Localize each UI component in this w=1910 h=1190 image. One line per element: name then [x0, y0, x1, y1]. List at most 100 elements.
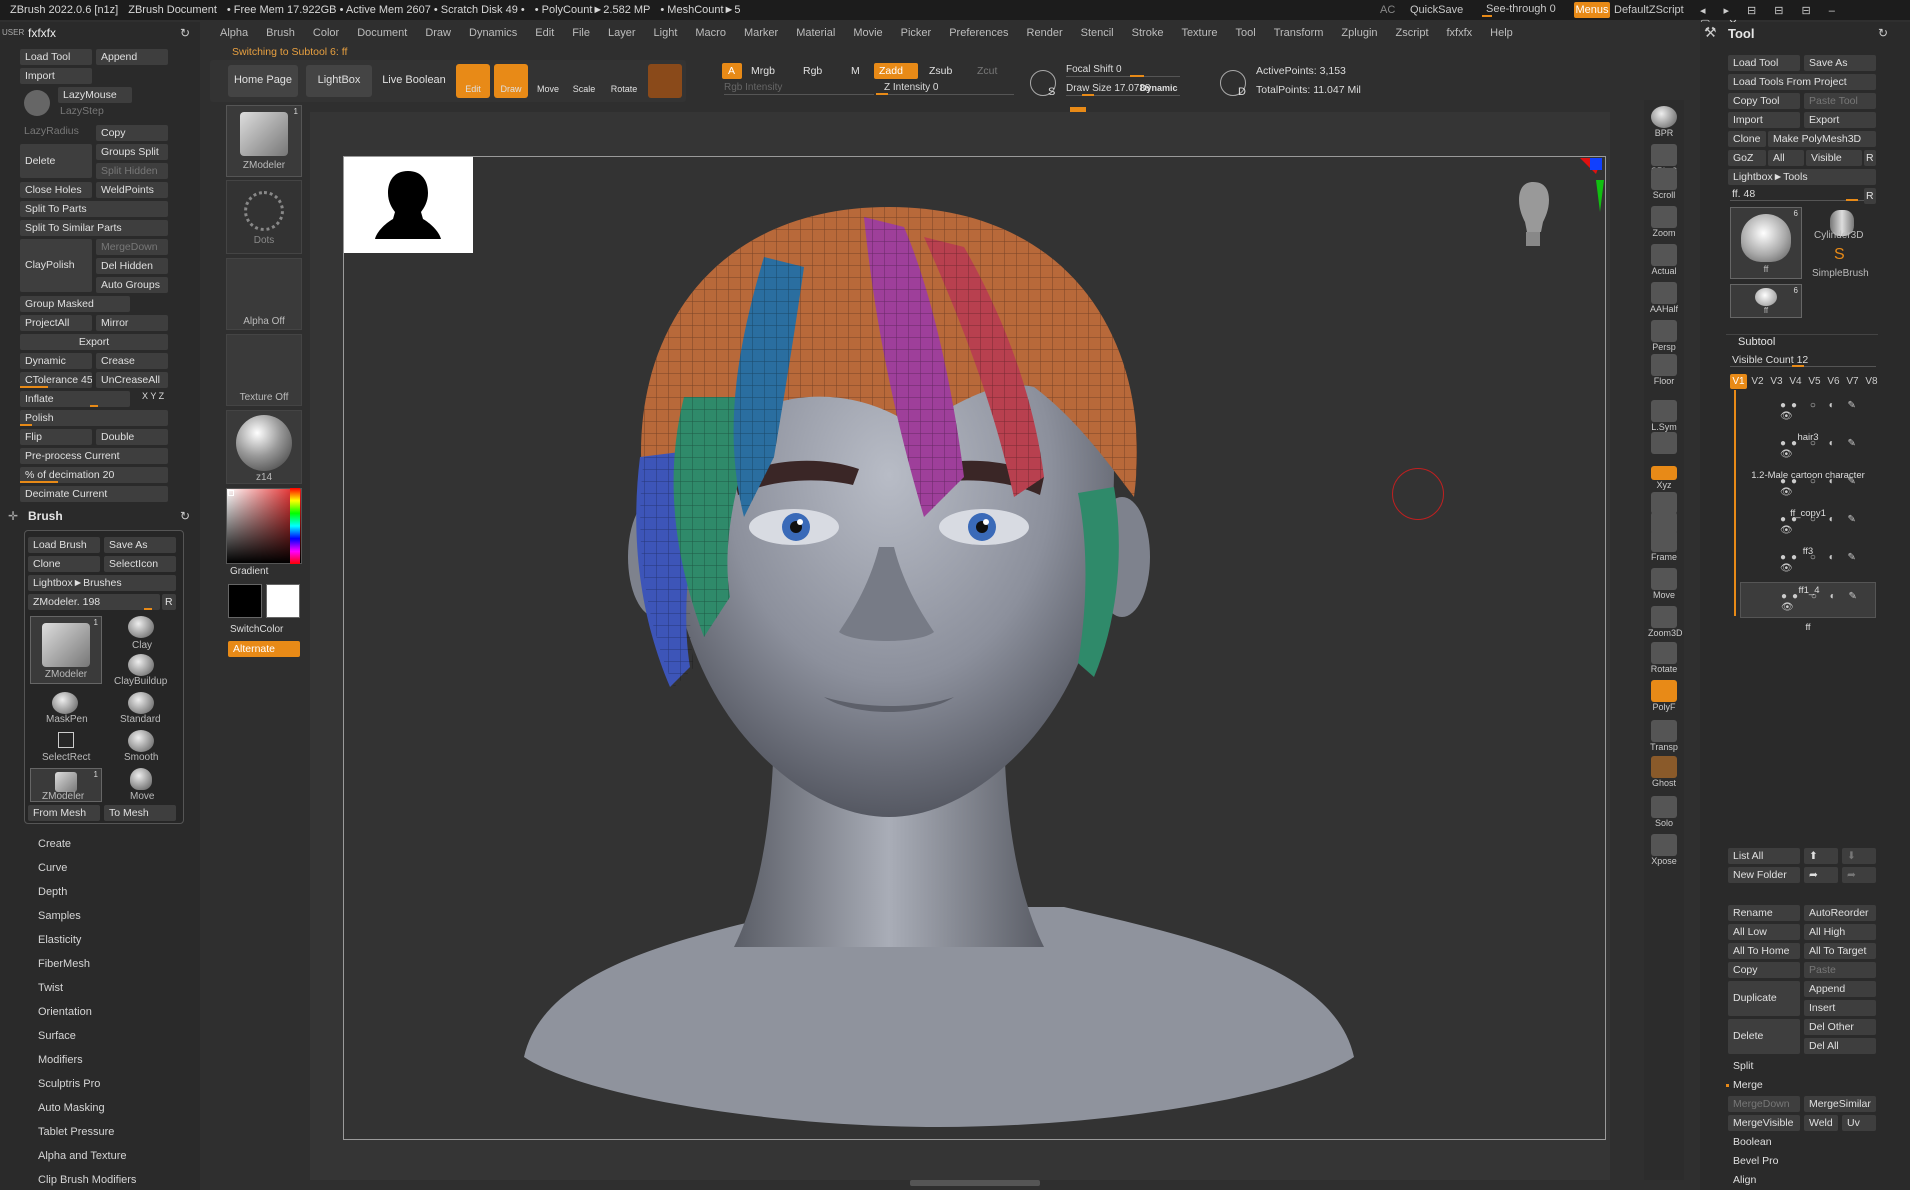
move-brush-icon[interactable] [130, 768, 152, 790]
move-up-button[interactable]: ⬆ [1804, 848, 1838, 864]
goz-all-button[interactable]: All [1768, 150, 1804, 166]
menu-edit[interactable]: Edit [535, 27, 554, 39]
uv-toggle[interactable]: Uv [1842, 1115, 1876, 1131]
shelf-bpr[interactable]: BPR [1648, 106, 1680, 138]
tool-thumbnail[interactable]: ZModeler 1 [226, 105, 302, 177]
menu-help[interactable]: Help [1490, 27, 1513, 39]
groups-split-button[interactable]: Groups Split [96, 144, 168, 160]
zadd-toggle[interactable]: Zadd [874, 63, 918, 79]
menu-render[interactable]: Render [1027, 27, 1063, 39]
subtool-row[interactable]: ff3 ●● ○ ◐ ✎ 👁 [1740, 544, 1876, 580]
split-to-parts-button[interactable]: Split To Parts [20, 201, 168, 217]
dynamic-toggle[interactable]: Dynamic [1140, 83, 1178, 93]
del-all-button[interactable]: Del All [1804, 1038, 1876, 1054]
boolean-submenu[interactable]: Boolean [1728, 1134, 1876, 1150]
z-intensity-slider[interactable]: Z Intensity 0 [884, 82, 938, 93]
version-tab-v8[interactable]: V8 [1863, 374, 1880, 389]
shelf-xyz[interactable]: Xyz [1648, 466, 1680, 490]
hue-strip[interactable] [290, 488, 300, 564]
texture-thumbnail[interactable]: Texture Off [226, 334, 302, 406]
import-button[interactable]: Import [20, 68, 92, 84]
menu-document[interactable]: Document [357, 27, 407, 39]
brush-palette-title[interactable]: Brush [28, 509, 63, 523]
version-tab-v1[interactable]: V1 [1730, 374, 1747, 389]
color-picker-cursor[interactable] [228, 490, 234, 496]
restore-button[interactable]: R [162, 594, 176, 610]
delete-subtool-button[interactable]: Delete [1728, 1019, 1800, 1054]
simplebrush-icon[interactable]: S [1834, 246, 1845, 264]
menu-texture[interactable]: Texture [1181, 27, 1217, 39]
lazystep-slider[interactable]: LazyStep [60, 105, 104, 117]
brush-submenu-sculptris-pro[interactable]: Sculptris Pro [38, 1078, 100, 1090]
subtool-toggle-icons[interactable]: ●● ○ ◐ ✎ 👁 [1780, 476, 1876, 498]
zmodeler-size-slider[interactable]: ZModeler. 198 [28, 594, 160, 610]
from-mesh-button[interactable]: From Mesh [28, 805, 100, 821]
close-holes-button[interactable]: Close Holes [20, 182, 92, 198]
decimate-current-button[interactable]: Decimate Current [20, 486, 168, 502]
menu-movie[interactable]: Movie [853, 27, 882, 39]
shelf-ghost[interactable]: Ghost [1648, 756, 1680, 788]
to-mesh-button[interactable]: To Mesh [104, 805, 176, 821]
live-boolean-button[interactable]: Live Boolean [380, 65, 448, 97]
preprocess-button[interactable]: Pre-process Current [20, 448, 168, 464]
m-toggle[interactable]: M [846, 63, 866, 79]
move-down-button[interactable]: ⬇ [1842, 848, 1876, 864]
menu-preferences[interactable]: Preferences [949, 27, 1008, 39]
brush-submenu-alpha-and-texture[interactable]: Alpha and Texture [38, 1150, 126, 1162]
goz-button[interactable]: GoZ [1728, 150, 1766, 166]
tool-palette-title[interactable]: Tool [1728, 26, 1754, 41]
save-as-button[interactable]: Save As [104, 537, 176, 553]
menu-marker[interactable]: Marker [744, 27, 778, 39]
shelf-zoom[interactable]: Zoom [1648, 206, 1680, 238]
lightbox-tools-button[interactable]: Lightbox►Tools [1728, 169, 1876, 185]
shelf-zoom3d[interactable]: Zoom3D [1648, 606, 1683, 638]
dynamic-button[interactable]: Dynamic [20, 353, 92, 369]
a-toggle[interactable]: A [722, 63, 742, 79]
subtool-toggle-icons[interactable]: ●● ○ ◐ ✎ 👁 [1780, 552, 1876, 574]
list-all-button[interactable]: List All [1728, 848, 1800, 864]
current-brush-thumb[interactable]: ZModeler 1 [30, 616, 102, 684]
zsub-toggle[interactable]: Zsub [924, 63, 968, 79]
brush-submenu-modifiers[interactable]: Modifiers [38, 1054, 83, 1066]
refresh-icon[interactable]: ↻ [180, 26, 190, 40]
version-tab-v3[interactable]: V3 [1768, 374, 1785, 389]
menu-material[interactable]: Material [796, 27, 835, 39]
current-tool-thumb[interactable]: ff 6 [1730, 207, 1802, 279]
claypolish-button[interactable]: ClayPolish [20, 239, 92, 292]
subtool-row[interactable]: ●● ○ ◐ ✎ 👁 [1740, 392, 1876, 428]
load-tool-button[interactable]: Load Tool [20, 49, 92, 65]
paste-subtool-button[interactable]: Paste [1804, 962, 1876, 978]
duplicate-button[interactable]: Duplicate [1728, 981, 1800, 1016]
shelf-rotate[interactable]: Rotate [1648, 642, 1680, 674]
menu-brush[interactable]: Brush [266, 27, 295, 39]
menu-zscript[interactable]: Zscript [1396, 27, 1429, 39]
version-tab-v4[interactable]: V4 [1787, 374, 1804, 389]
rgb-toggle[interactable]: Rgb [798, 63, 838, 79]
brush-submenu-surface[interactable]: Surface [38, 1030, 76, 1042]
selectrect-brush-icon[interactable] [58, 732, 74, 748]
menu-stroke[interactable]: Stroke [1132, 27, 1164, 39]
version-tab-v2[interactable]: V2 [1749, 374, 1766, 389]
lightbox-button[interactable]: LightBox [306, 65, 372, 97]
material-thumbnail[interactable]: z14 [226, 410, 302, 484]
menu-zplugin[interactable]: Zplugin [1341, 27, 1377, 39]
menu-color[interactable]: Color [313, 27, 339, 39]
shelf-aahalf[interactable]: AAHalf [1648, 282, 1680, 314]
subtool-list-scrollbar[interactable] [1734, 390, 1736, 616]
flip-button[interactable]: Flip [20, 429, 92, 445]
folder-arrow-dim-button[interactable]: ➦ [1842, 867, 1876, 883]
alpha-thumbnail[interactable]: Alpha Off [226, 258, 302, 330]
inflate-xyz[interactable]: X Y Z [142, 391, 164, 401]
brush-submenu-clip-brush-modifiers[interactable]: Clip Brush Modifiers [38, 1174, 136, 1186]
menu-macro[interactable]: Macro [695, 27, 726, 39]
shelf-solo[interactable]: Solo [1648, 796, 1680, 828]
menu-light[interactable]: Light [654, 27, 678, 39]
stroke-thumbnail[interactable]: Dots [226, 180, 302, 254]
menu-transform[interactable]: Transform [1274, 27, 1324, 39]
clone-button[interactable]: Clone [28, 556, 100, 572]
export-button[interactable]: Export [1804, 112, 1876, 128]
refresh-icon[interactable]: ↻ [1878, 26, 1888, 40]
shelf-actual[interactable]: Actual [1648, 244, 1680, 276]
menu-fxfxfx[interactable]: fxfxfx [1447, 27, 1473, 39]
make-polymesh-button[interactable]: Make PolyMesh3D [1768, 131, 1876, 147]
